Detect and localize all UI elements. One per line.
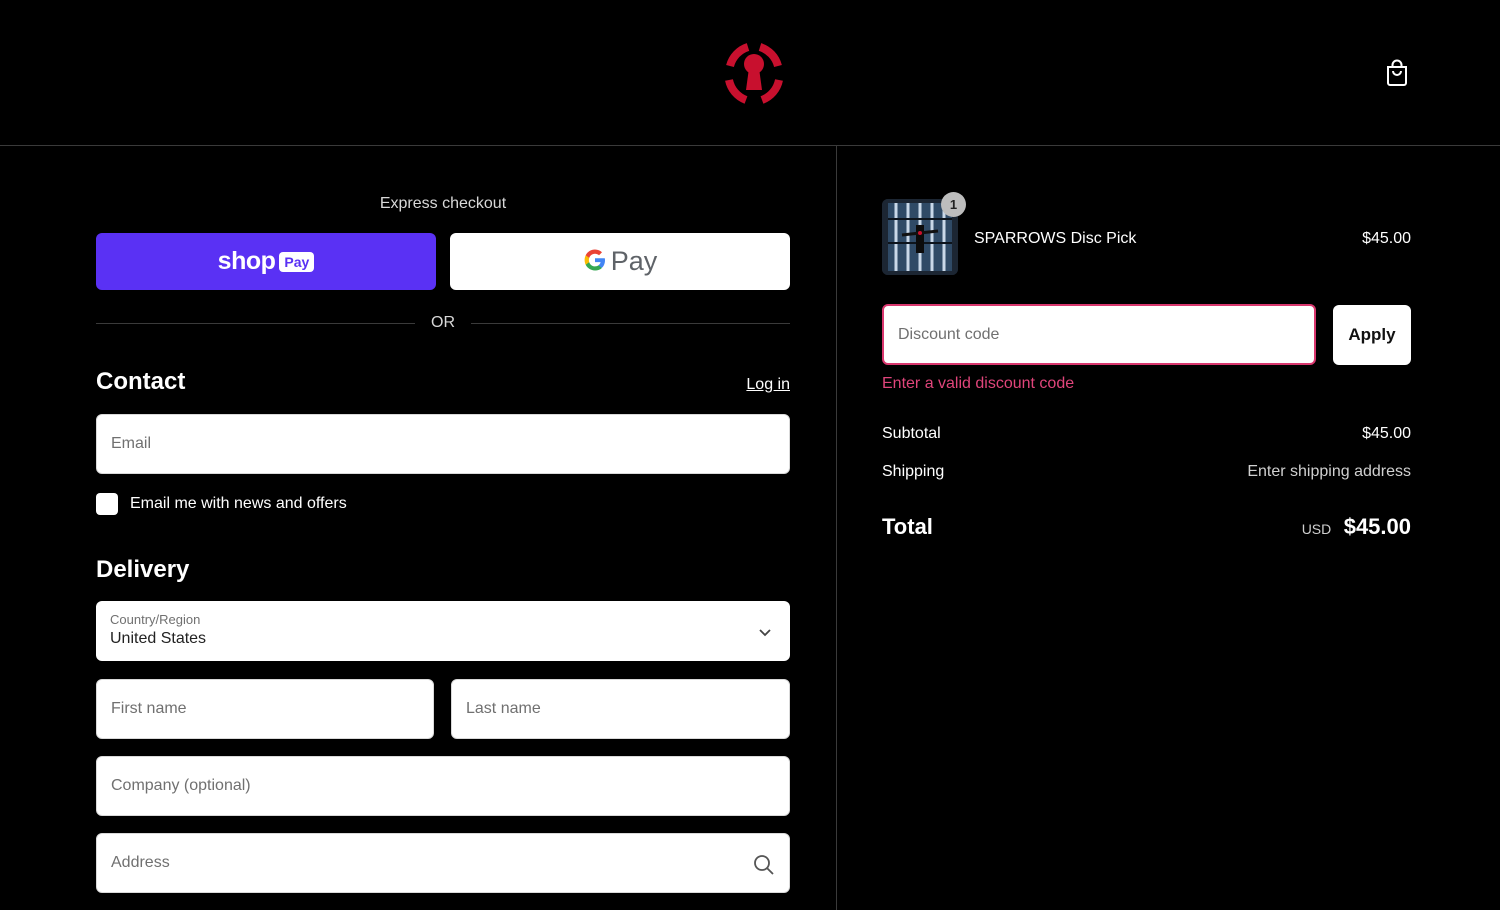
- shop-pay-wordmark: shop: [217, 247, 276, 275]
- discount-code-input[interactable]: [884, 306, 1314, 363]
- shipping-label: Shipping: [882, 463, 945, 480]
- newsletter-row: Email me with news and offers: [96, 492, 347, 516]
- subtotal-value: $45.00: [1362, 425, 1411, 442]
- shipping-value: Enter shipping address: [1247, 463, 1411, 480]
- shopping-bag-icon[interactable]: [1384, 58, 1410, 86]
- last-name-input[interactable]: [452, 680, 789, 738]
- login-link[interactable]: Log in: [700, 376, 790, 394]
- discount-error-message: Enter a valid discount code: [882, 375, 1075, 392]
- contact-heading: Contact: [96, 368, 186, 395]
- or-line-left: [96, 322, 415, 324]
- google-pay-button[interactable]: Pay: [450, 233, 790, 290]
- total-amount: $45.00: [1343, 514, 1411, 539]
- subtotal-row: Subtotal $45.00: [882, 425, 1411, 443]
- country-label: Country/Region: [110, 612, 201, 627]
- total-label: Total: [882, 514, 933, 539]
- google-g-icon: [583, 248, 607, 275]
- product-price: $45.00: [1362, 230, 1411, 247]
- country-value: United States: [110, 630, 207, 647]
- apply-discount-button[interactable]: Apply: [1333, 305, 1411, 365]
- checkout-header: [0, 0, 1500, 146]
- or-divider: OR: [96, 313, 790, 333]
- delivery-heading: Delivery: [96, 556, 190, 583]
- subtotal-label: Subtotal: [882, 425, 941, 442]
- keyhole-logo-icon[interactable]: [716, 38, 792, 108]
- company-input[interactable]: [97, 757, 789, 815]
- product-name: SPARROWS Disc Pick: [974, 230, 1137, 247]
- quantity-badge: 1: [941, 192, 966, 217]
- total-row: Total USD $45.00: [882, 514, 1411, 540]
- chevron-down-icon: [758, 625, 772, 637]
- last-name-field-wrapper: [451, 679, 790, 739]
- shipping-row: Shipping Enter shipping address: [882, 463, 1411, 481]
- newsletter-checkbox[interactable]: [96, 493, 118, 515]
- or-text: OR: [431, 314, 455, 331]
- country-select[interactable]: Country/Region United States: [96, 601, 790, 661]
- company-field-wrapper: [96, 756, 790, 816]
- currency-code: USD: [1301, 521, 1332, 537]
- address-input[interactable]: [97, 834, 789, 892]
- total-amount-group: USD $45.00: [1302, 514, 1411, 540]
- shop-pay-button[interactable]: shop Pay: [96, 233, 436, 290]
- or-line-right: [471, 322, 790, 324]
- newsletter-label: Email me with news and offers: [130, 495, 347, 512]
- shop-pay-chip: Pay: [279, 251, 315, 272]
- first-name-input[interactable]: [97, 680, 433, 738]
- first-name-field-wrapper: [96, 679, 434, 739]
- address-field-wrapper: [96, 833, 790, 893]
- search-icon[interactable]: [753, 854, 775, 876]
- express-checkout-title: Express checkout: [379, 195, 507, 212]
- email-field-wrapper: [96, 414, 790, 474]
- email-input[interactable]: [97, 415, 789, 473]
- column-divider: [836, 146, 837, 910]
- google-pay-label: Pay: [610, 246, 658, 276]
- discount-field-wrapper: [882, 304, 1316, 365]
